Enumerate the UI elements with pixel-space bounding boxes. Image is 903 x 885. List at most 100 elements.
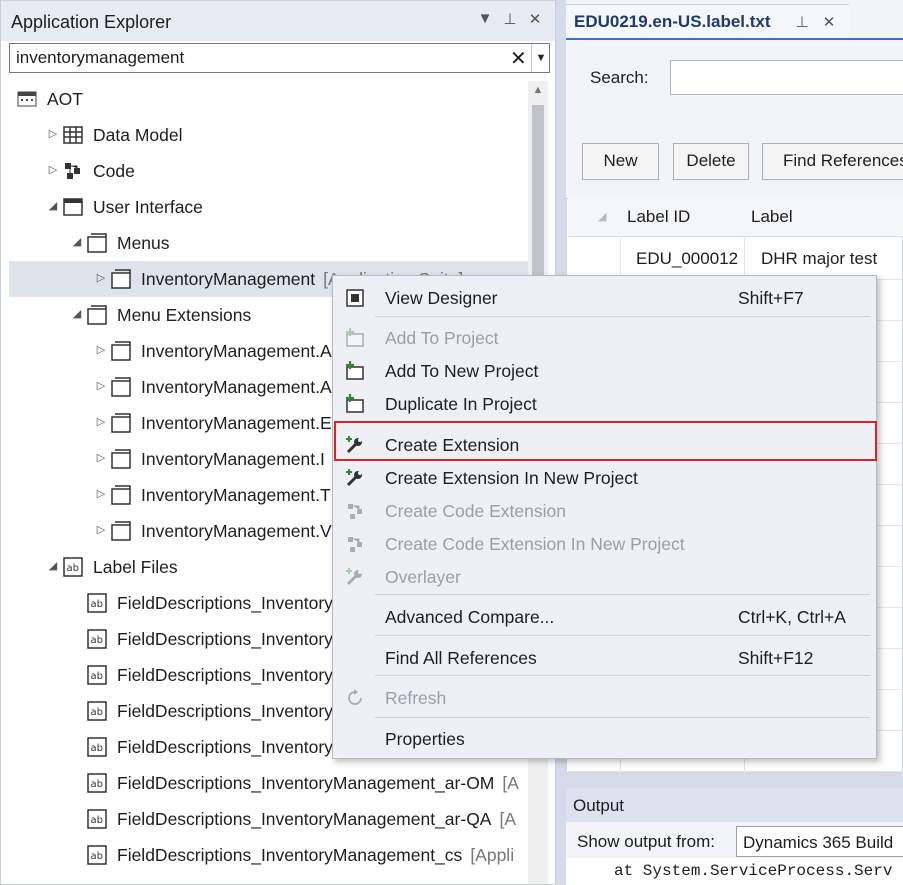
- tree-node[interactable]: ▷ Data Model: [1, 117, 526, 153]
- svg-text:ab: ab: [91, 671, 103, 682]
- svg-text:ab: ab: [91, 851, 103, 862]
- tab-label-file[interactable]: EDU0219.en-US.label.txt ⊥ ✕: [566, 4, 849, 38]
- column-header-label-id[interactable]: Label ID: [620, 198, 745, 237]
- folder-icon: [111, 449, 131, 469]
- menu-item-add-to-project[interactable]: Add To Project: [333, 321, 876, 354]
- window-icon: [63, 197, 83, 217]
- tree-node-label: FieldDescriptions_Inventory: [117, 665, 333, 685]
- tree-node-label: InventoryManagement.V: [141, 521, 332, 541]
- explorer-title-bar: Application Explorer ▼ ⊥ ✕: [1, 1, 555, 41]
- collapsed-arrow-icon[interactable]: ▷: [95, 271, 107, 285]
- tree-node-label: FieldDescriptions_Inventory: [117, 701, 333, 721]
- menu-item-label: Add To New Project: [385, 361, 539, 381]
- folder-icon: [111, 413, 131, 433]
- menu-item-create-extension-in-new-project[interactable]: Create Extension In New Project: [333, 461, 876, 494]
- tree-node-label: Code: [93, 161, 135, 181]
- menu-item-label: Create Extension In New Project: [385, 468, 638, 488]
- menu-separator: [375, 594, 870, 595]
- expanded-arrow-icon[interactable]: ◢: [47, 559, 59, 573]
- add-project-icon: [345, 361, 365, 381]
- column-header-label[interactable]: Label: [744, 198, 903, 237]
- context-menu: View Designer Shift+F7 Add To Project Add T…: [332, 275, 877, 759]
- search-dropdown-icon[interactable]: ▼: [531, 44, 550, 72]
- scroll-up-icon[interactable]: ▲: [528, 84, 548, 102]
- menu-item-add-to-new-project[interactable]: Add To New Project: [333, 354, 876, 387]
- collapsed-arrow-icon[interactable]: ▷: [95, 343, 107, 357]
- find-references-button[interactable]: Find References: [762, 143, 903, 180]
- explorer-search-input[interactable]: [16, 48, 496, 68]
- delete-button[interactable]: Delete: [673, 143, 749, 180]
- tree-node-label: FieldDescriptions_InventoryManagement_ar…: [117, 773, 519, 793]
- pin-icon[interactable]: ⊥: [500, 10, 520, 28]
- tree-node-label: FieldDescriptions_Inventory: [117, 737, 333, 757]
- output-text[interactable]: at System.ServiceProcess.Serv: [566, 858, 903, 885]
- collapsed-arrow-icon[interactable]: ▷: [95, 379, 107, 393]
- label-icon: ab: [87, 809, 107, 829]
- clear-search-icon[interactable]: ✕: [510, 46, 527, 71]
- expanded-arrow-icon[interactable]: ◢: [47, 199, 59, 213]
- collapsed-arrow-icon[interactable]: ▷: [95, 415, 107, 429]
- collapsed-arrow-icon[interactable]: ▷: [95, 451, 107, 465]
- code-extension-icon: [345, 501, 365, 521]
- expanded-arrow-icon[interactable]: ◢: [71, 307, 83, 321]
- aot-icon: [17, 89, 37, 109]
- menu-item-properties[interactable]: Properties: [333, 722, 876, 755]
- grid-row-header: ◢: [568, 198, 621, 237]
- tree-node[interactable]: ▷ Code: [1, 153, 526, 189]
- label-icon: ab: [87, 701, 107, 721]
- menu-item-shortcut: Shift+F12: [738, 648, 814, 668]
- menu-item-refresh[interactable]: Refresh: [333, 681, 876, 714]
- output-source-select[interactable]: Dynamics 365 Build: [736, 826, 903, 857]
- menu-item-view-designer[interactable]: View Designer Shift+F7: [333, 281, 876, 314]
- menu-item-create-code-extension[interactable]: Create Code Extension: [333, 494, 876, 527]
- output-title: Output: [573, 796, 625, 815]
- tree-node[interactable]: ab FieldDescriptions_InventoryManagement_…: [1, 801, 526, 837]
- view-designer-icon: [345, 288, 365, 308]
- folder-icon: [111, 341, 131, 361]
- menu-item-advanced-compare[interactable]: Advanced Compare... Ctrl+K, Ctrl+A: [333, 600, 876, 633]
- grid-row-line: [568, 771, 903, 772]
- tree-node[interactable]: ◢ User Interface: [1, 189, 526, 225]
- collapsed-arrow-icon[interactable]: ▷: [95, 523, 107, 537]
- svg-text:ab: ab: [67, 563, 79, 574]
- table-icon: [63, 125, 83, 145]
- tab-title: EDU0219.en-US.label.txt: [574, 12, 771, 31]
- tree-node[interactable]: ab FieldDescriptions_InventoryManagement_…: [1, 837, 526, 873]
- label-icon: ab: [63, 557, 83, 577]
- collapsed-arrow-icon[interactable]: ▷: [47, 163, 59, 177]
- close-tab-icon[interactable]: ✕: [819, 13, 839, 31]
- svg-text:ab: ab: [91, 635, 103, 646]
- menu-item-create-code-extension-in-new-project[interactable]: Create Code Extension In New Project: [333, 527, 876, 560]
- menu-item-label: Duplicate In Project: [385, 394, 537, 414]
- svg-text:ab: ab: [91, 707, 103, 718]
- menu-item-duplicate-in-project[interactable]: Duplicate In Project: [333, 387, 876, 420]
- collapsed-arrow-icon[interactable]: ▷: [95, 487, 107, 501]
- menu-item-label: Create Code Extension In New Project: [385, 534, 685, 554]
- label-icon: ab: [87, 845, 107, 865]
- tree-node[interactable]: ab FieldDescriptions_InventoryManagement_…: [1, 765, 526, 801]
- close-icon[interactable]: ✕: [525, 10, 545, 28]
- code-extension-icon: [345, 534, 365, 554]
- new-button[interactable]: New: [582, 143, 659, 180]
- tree-node[interactable]: AOT: [1, 81, 526, 117]
- collapsed-arrow-icon[interactable]: ▷: [47, 127, 59, 141]
- explorer-title: Application Explorer: [11, 12, 172, 32]
- highlight-box: [334, 421, 877, 461]
- tree-node[interactable]: ◢ Menus: [1, 225, 526, 261]
- tree-node-label: InventoryManagement.T: [141, 485, 331, 505]
- folder-icon: [111, 521, 131, 541]
- tree-node-label: FieldDescriptions_InventoryManagement_cs…: [117, 845, 515, 865]
- svg-text:ab: ab: [91, 743, 103, 754]
- label-search-input[interactable]: [670, 60, 903, 95]
- folder-icon: [87, 233, 107, 253]
- expanded-arrow-icon[interactable]: ◢: [71, 235, 83, 249]
- tree-node-label: Label Files: [93, 557, 178, 577]
- dropdown-icon[interactable]: ▼: [475, 10, 495, 27]
- menu-item-shortcut: Shift+F7: [738, 288, 804, 308]
- explorer-search-box[interactable]: ✕ ▼: [9, 43, 550, 73]
- pin-icon[interactable]: ⊥: [792, 13, 812, 31]
- label-icon: ab: [87, 629, 107, 649]
- wrench-icon: [345, 567, 365, 587]
- menu-item-overlayer[interactable]: Overlayer: [333, 560, 876, 593]
- menu-item-find-all-references[interactable]: Find All References Shift+F12: [333, 641, 876, 674]
